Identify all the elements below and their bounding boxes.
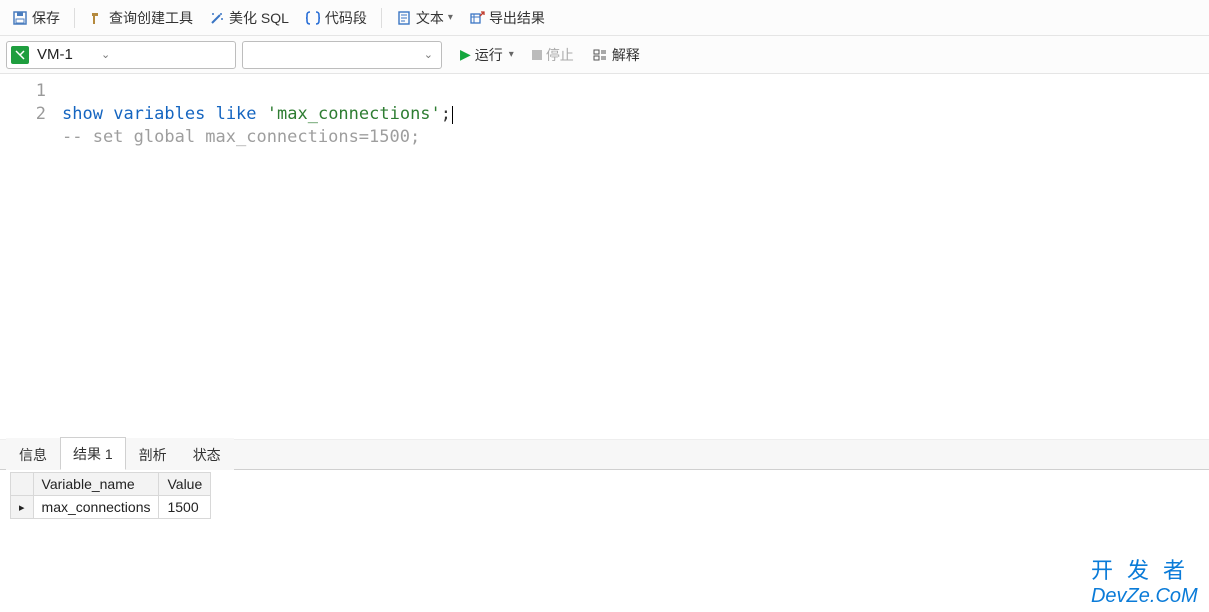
- stop-icon: [532, 50, 542, 60]
- document-icon: [396, 10, 412, 26]
- query-builder-label: 查询创建工具: [109, 8, 193, 28]
- export-button[interactable]: 导出结果: [463, 4, 551, 32]
- run-label: 运行: [475, 45, 503, 65]
- sql-editor[interactable]: 1 2 show variables like 'max_connections…: [0, 74, 1209, 440]
- separator: [381, 8, 382, 28]
- chevron-down-icon: ⌄: [420, 48, 437, 61]
- tab-status[interactable]: 状态: [180, 438, 234, 470]
- sql-string: 'max_connections': [267, 104, 441, 124]
- sql-comment: -- set global max_connections=1500;: [62, 127, 420, 147]
- explain-label: 解释: [612, 45, 640, 65]
- watermark-line2: DevZe.CoM: [1091, 585, 1199, 608]
- beautify-button[interactable]: 美化 SQL: [203, 4, 295, 32]
- save-button[interactable]: 保存: [6, 4, 66, 32]
- code-area[interactable]: show variables like 'max_connections'; -…: [56, 74, 1209, 439]
- column-header[interactable]: Variable_name: [33, 473, 159, 496]
- explain-icon: [592, 47, 608, 63]
- result-tabs: 信息 结果 1 剖析 状态: [0, 440, 1209, 470]
- dropdown-icon: ▾: [448, 12, 453, 23]
- hammer-icon: [89, 10, 105, 26]
- play-icon: ▶: [460, 46, 471, 63]
- stop-label: 停止: [546, 45, 574, 65]
- text-cursor: [452, 106, 453, 124]
- connection-select[interactable]: VM-1 ⌄: [6, 41, 236, 69]
- query-builder-button[interactable]: 查询创建工具: [83, 4, 199, 32]
- run-button[interactable]: ▶ 运行 ▾: [454, 41, 520, 69]
- row-marker-header: [11, 473, 34, 496]
- tab-result-1[interactable]: 结果 1: [60, 437, 126, 470]
- snippet-label: 代码段: [325, 8, 367, 28]
- text-button[interactable]: 文本 ▾: [390, 4, 459, 32]
- column-header[interactable]: Value: [159, 473, 211, 496]
- sql-punct: ;: [441, 104, 451, 124]
- database-icon: [11, 46, 29, 64]
- save-icon: [12, 10, 28, 26]
- cell-value[interactable]: 1500: [159, 496, 211, 519]
- save-label: 保存: [32, 8, 60, 28]
- grid-header-row: Variable_name Value: [11, 473, 211, 496]
- row-marker: ▸: [11, 496, 34, 519]
- cell-variable-name[interactable]: max_connections: [33, 496, 159, 519]
- connection-name: VM-1: [33, 46, 93, 63]
- separator: [74, 8, 75, 28]
- tab-profile[interactable]: 剖析: [126, 438, 180, 470]
- result-grid[interactable]: Variable_name Value ▸ max_connections 15…: [10, 472, 211, 519]
- result-grid-panel: Variable_name Value ▸ max_connections 15…: [0, 470, 1209, 519]
- wand-icon: [209, 10, 225, 26]
- watermark: 开发者 DevZe.CoM: [1091, 553, 1199, 608]
- beautify-label: 美化 SQL: [229, 8, 289, 28]
- tab-info[interactable]: 信息: [6, 438, 60, 470]
- connection-bar: VM-1 ⌄ ⌄ ▶ 运行 ▾ 停止 解释: [0, 36, 1209, 74]
- dropdown-icon: ▾: [509, 49, 514, 60]
- line-number: 2: [0, 103, 46, 126]
- stop-button: 停止: [526, 41, 580, 69]
- explain-button[interactable]: 解释: [586, 41, 646, 69]
- main-toolbar: 保存 查询创建工具 美化 SQL 代码段 文本 ▾ 导出结果: [0, 0, 1209, 36]
- snippet-button[interactable]: 代码段: [299, 4, 373, 32]
- export-icon: [469, 10, 485, 26]
- chevron-down-icon: ⌄: [97, 48, 114, 61]
- brackets-icon: [305, 10, 321, 26]
- line-gutter: 1 2: [0, 74, 56, 439]
- text-label: 文本: [416, 8, 444, 28]
- table-row[interactable]: ▸ max_connections 1500: [11, 496, 211, 519]
- export-label: 导出结果: [489, 8, 545, 28]
- sql-keyword: like: [216, 104, 257, 124]
- sql-keyword: show: [62, 104, 103, 124]
- watermark-line1: 开发者: [1091, 553, 1199, 585]
- line-number: 1: [0, 80, 46, 103]
- schema-select[interactable]: ⌄: [242, 41, 442, 69]
- sql-keyword: variables: [113, 104, 205, 124]
